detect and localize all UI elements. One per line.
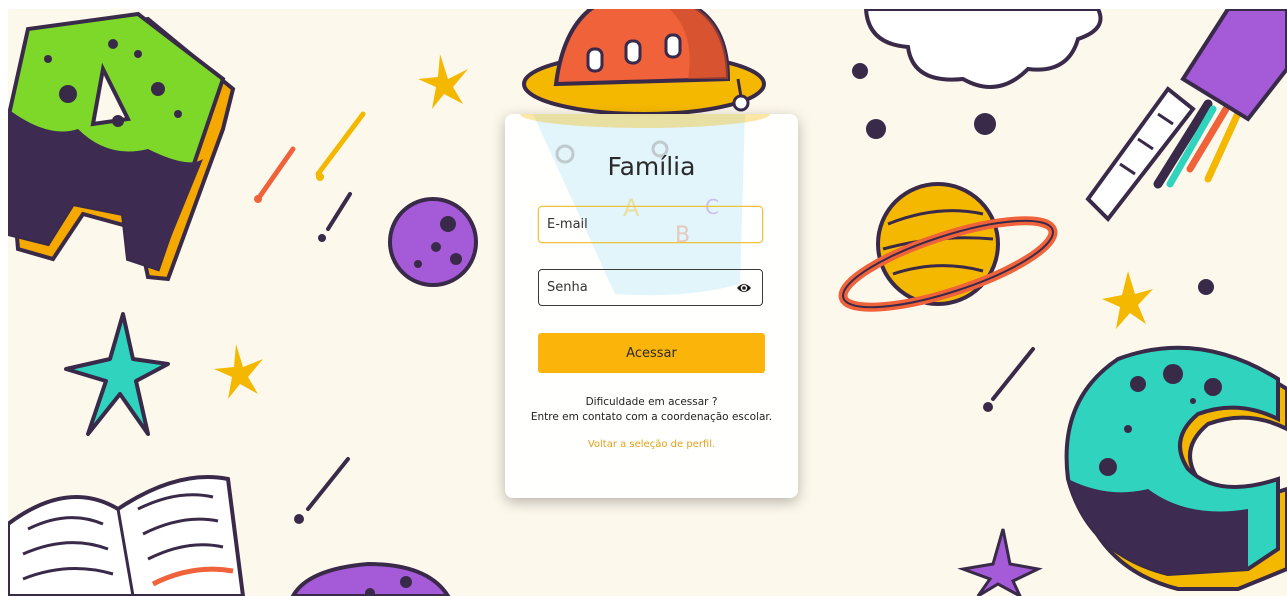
help-text: Dificuldade em acessar ? Entre em contat… — [505, 395, 798, 425]
pencil-cup-illustration — [1085, 9, 1287, 223]
letter-a-illustration — [8, 11, 236, 282]
letter-c-illustration — [1064, 345, 1287, 591]
email-field[interactable] — [538, 206, 763, 243]
saturn-planet-illustration — [838, 182, 1058, 312]
cloud-illustration — [863, 9, 1103, 89]
purple-planet-illustration — [388, 197, 478, 287]
submit-button[interactable]: Acessar — [538, 333, 765, 373]
eye-icon[interactable] — [736, 281, 752, 295]
email-input[interactable] — [539, 207, 762, 242]
help-line-2: Entre em contato com a coordenação escol… — [530, 411, 773, 423]
back-to-profile-link[interactable]: Voltar a seleção de perfil. — [505, 439, 798, 450]
book-illustration — [8, 475, 246, 596]
password-input[interactable] — [539, 270, 762, 305]
page-title: Família — [607, 152, 696, 181]
ufo-illustration — [522, 9, 766, 116]
password-field[interactable] — [538, 269, 763, 306]
login-card: A B C Família Acessar Dificuldade em ace… — [505, 114, 798, 498]
help-line-1: Dificuldade em acessar ? — [585, 396, 718, 408]
login-page: A B C Família Acessar Dificuldade em ace… — [8, 9, 1287, 596]
purple-blob-illustration — [290, 561, 451, 596]
